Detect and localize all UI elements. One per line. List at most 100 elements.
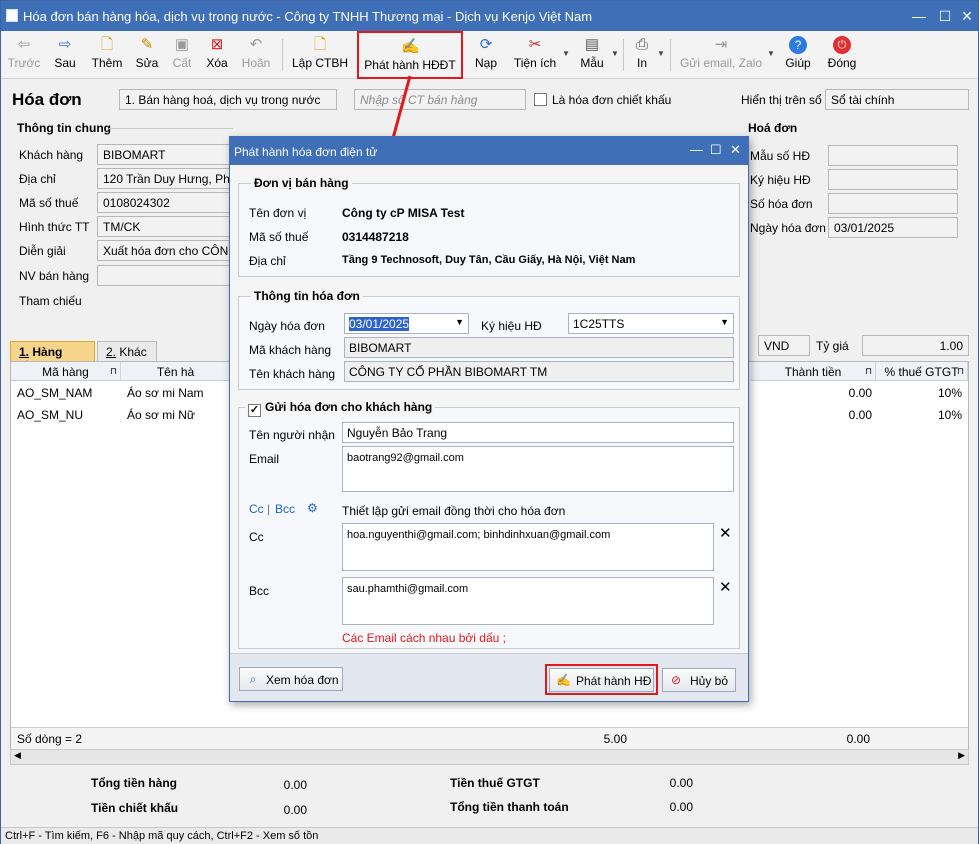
exchange-rate-field[interactable]: 1.00 [862,335,969,356]
close-window-button[interactable]: ✕ [956,6,978,26]
tab-goods[interactable]: 1. Hàng tiền [10,341,95,373]
help-button[interactable]: ? Giúp [781,31,815,79]
remove-cc-icon[interactable]: ✕ [719,524,732,542]
description-label: Diễn giải [19,244,66,258]
dialog-symbol-select[interactable]: 1C25TTS ▼ [568,313,734,334]
template-no-field[interactable] [828,145,958,166]
invoice-number-field[interactable] [828,193,958,214]
dialog-date-select[interactable]: 03/01/2025 ▼ [344,313,469,334]
lap-ctbh-button[interactable]: 🗋 Lập CTBH [289,31,351,79]
invoice-section-title: Hoá đơn [748,121,798,135]
email-input[interactable]: baotrang92@gmail.com [342,446,734,492]
tax-code-field[interactable]: 0108024302 [97,192,233,213]
send-email-button[interactable]: ⇥ Gửi email, Zalo [677,31,765,79]
table-row-vat[interactable]: 10% [876,404,966,426]
bcc-input[interactable]: sau.phamthi@gmail.com [342,577,714,625]
address-field[interactable]: 120 Trần Duy Hưng, Phườ [97,168,233,189]
settings-gear-icon[interactable]: ⚙ [307,501,318,515]
issue-einvoice-button[interactable]: ✍ Phát hành HĐĐT [357,31,463,79]
remove-bcc-icon[interactable]: ✕ [719,578,732,596]
table-row-name[interactable]: Áo sơ mi Nam [123,382,208,404]
cc-input[interactable]: hoa.nguyenthi@gmail.com; binhdinhxuan@gm… [342,523,714,571]
undo-icon: ↶ [249,36,263,53]
pin-icon[interactable]: ⊓ [957,366,964,377]
invoice-symbol-field[interactable] [828,169,958,190]
dialog-title: Phát hành hóa đơn điện tử [234,145,378,159]
column-header-name[interactable]: Tên hà [121,362,231,381]
cancel-button[interactable]: ⊘ Hủy bỏ [662,668,736,692]
undo-button[interactable]: ↶ Hoãn [237,31,275,79]
divider [109,128,233,129]
maximize-icon[interactable]: ☐ [710,142,722,158]
tab-other[interactable]: 2. Khác [97,341,157,362]
maximize-button[interactable]: ☐ [934,6,956,26]
toolbar-separator [282,39,283,71]
pin-icon[interactable]: ⊓ [865,366,872,377]
column-header-amount[interactable]: Thành tiền ⊓ [751,362,876,381]
description-field[interactable]: Xuất hóa đơn cho CÔNG T [97,240,233,261]
arrow-right-icon: ⇨ [58,36,72,53]
template-icon: ▤ [584,36,600,53]
column-header-vat[interactable]: % thuế GTGT ⊓ [876,362,968,381]
minimize-button[interactable]: — [908,6,930,26]
table-row-name[interactable]: Áo sơ mi Nữ [123,404,199,426]
send-invoice-checkbox[interactable]: ✓ [248,404,261,417]
table-row-amount[interactable]: 0.00 [751,404,876,426]
recipient-label: Tên người nhận [249,428,335,442]
scroll-right-icon[interactable]: ▶ [958,750,965,761]
bcc-link[interactable]: Bcc [275,502,295,516]
horizontal-scrollbar[interactable]: ◀ ▶ [10,749,969,765]
close-icon[interactable]: ✕ [730,142,741,158]
payment-method-field[interactable]: TM/CK [97,216,233,237]
invoice-type-select[interactable]: 1. Bán hàng hoá, dịch vụ trong nước [119,89,337,110]
delete-button[interactable]: ⊠ Xóa [201,31,233,79]
app-icon [6,9,18,22]
document-icon: 🗋 [313,36,327,53]
next-button[interactable]: ⇨ Sau [47,31,83,79]
ledger-select[interactable]: Sổ tài chính [825,89,969,110]
minimize-icon[interactable]: — [690,142,703,157]
table-row-amount[interactable]: 0.00 [751,382,876,404]
customer-code-field[interactable]: BIBOMART [344,337,734,358]
grid-footer: Số dòng = 2 5.00 0.00 [11,727,968,750]
discount-total-label: Tiền chiết khấu [91,801,179,815]
table-row-vat[interactable]: 10% [876,382,966,404]
row-count: Số dòng = 2 [17,732,83,746]
cc-link[interactable]: Cc [249,502,264,516]
seller-name-label: Tên đơn vị [249,206,307,220]
save-button[interactable]: ▣ Cất [167,31,197,79]
email-setting-text: Thiết lập gửi email đồng thời cho hóa đơ… [342,504,566,518]
preview-invoice-button[interactable]: ⌕ Xem hóa đơn [239,667,343,691]
chevron-down-icon[interactable]: ▼ [562,49,570,58]
customer-name-label: Tên khách hàng [249,367,336,381]
scroll-left-icon[interactable]: ◀ [14,750,21,761]
vat-total-value: 0.00 [669,776,693,790]
table-row-code[interactable]: AO_SM_NU [13,404,87,426]
recipient-input[interactable]: Nguyễn Bảo Trang [342,422,734,443]
print-button[interactable]: ⎙ In [629,31,655,79]
sales-staff-field[interactable] [97,265,233,286]
chevron-down-icon[interactable]: ▼ [611,49,619,58]
customer-name-field[interactable]: CÔNG TY CỔ PHẦN BIBOMART TM [344,361,734,382]
reload-button[interactable]: ⟳ Nạp [469,31,503,79]
payment-method-label: Hình thức TT [19,220,90,234]
edit-button[interactable]: ✎ Sửa [131,31,163,79]
utilities-button[interactable]: ✂ Tiện ích [509,31,561,79]
cancel-icon: ⊘ [670,673,682,687]
issue-invoice-button[interactable]: ✍ Phát hành HĐ [549,668,654,692]
pin-icon[interactable]: ⊓ [110,366,117,377]
prev-button[interactable]: ⇦ Trước [5,31,43,79]
table-row-code[interactable]: AO_SM_NAM [13,382,96,404]
chevron-down-icon[interactable]: ▼ [657,49,665,58]
chevron-down-icon[interactable]: ▼ [767,49,775,58]
seller-group: Đơn vị bán hàng Tên đơn vị Công ty cP MI… [238,176,740,277]
invoice-date-field[interactable]: 03/01/2025 [828,217,958,238]
template-button[interactable]: ▤ Mẫu [575,31,609,79]
add-button[interactable]: 🗋 Thêm [87,31,127,79]
column-header-code[interactable]: Mã hàng ⊓ [11,362,121,381]
close-button[interactable]: ⏻ Đóng [823,31,861,79]
tax-code-label: Mã số thuế [19,196,79,210]
currency-field[interactable]: VND [758,335,810,356]
discount-invoice-checkbox[interactable] [534,93,547,106]
customer-field[interactable]: BIBOMART [97,144,233,165]
